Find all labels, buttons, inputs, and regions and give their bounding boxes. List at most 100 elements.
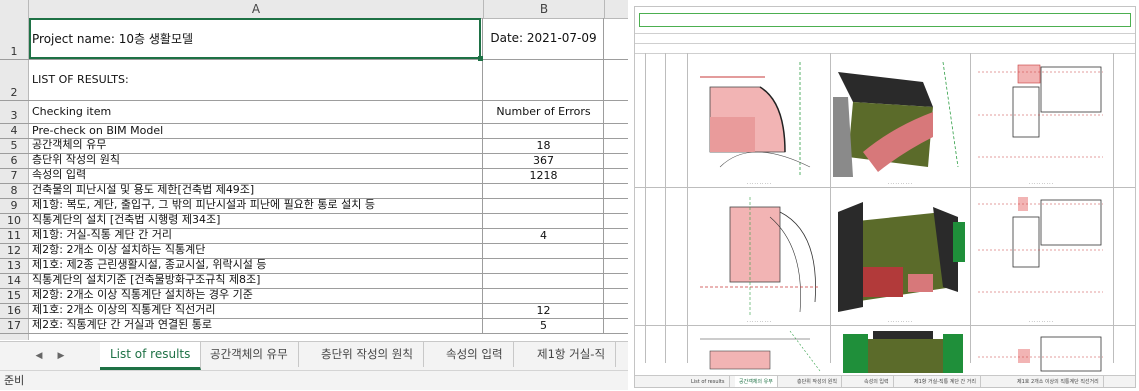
row-number[interactable]: 8 xyxy=(0,184,28,198)
checking-item-cell[interactable]: 제2호: 직통계단 간 거실과 연결된 통로 xyxy=(29,319,483,333)
error-count-cell[interactable] xyxy=(484,289,604,303)
error-count-cell[interactable] xyxy=(484,199,604,213)
column-header-bar: A B xyxy=(0,0,628,19)
sheet-tab-room-stair-distance[interactable]: 제1항 거실-직 xyxy=(527,342,617,367)
column-header-a[interactable]: A xyxy=(29,0,484,18)
table-row: 15 제2항: 2개소 이상 직통계단 설치하는 경우 기준 xyxy=(0,289,628,304)
sheet-tab-attribute-input[interactable]: 속성의 입력 xyxy=(436,342,514,367)
error-count-cell[interactable] xyxy=(484,244,604,258)
row-number[interactable]: 14 xyxy=(0,274,28,288)
table-row: 6 층단위 작성의 원칙 367 xyxy=(0,154,628,169)
preview-tab-space-object[interactable]: 공간객체의 유무 xyxy=(735,376,778,387)
table-row: 4 Pre-check on BIM Model xyxy=(0,124,628,139)
row-number[interactable]: 10 xyxy=(0,214,28,228)
table-row: 5 공간객체의 유무 18 xyxy=(0,139,628,154)
image-caption: · · · · · · · · · · xyxy=(746,181,772,186)
table-row: 3 Checking item Number of Errors xyxy=(0,101,628,124)
table-row: 17 제2호: 직통계단 간 거실과 연결된 통로 5 xyxy=(0,319,628,334)
scroll-tabs-right-icon[interactable]: ▶ xyxy=(52,348,70,364)
sheet-tab-floor-unit[interactable]: 층단위 작성의 원칙 xyxy=(311,342,424,367)
row-number[interactable]: 4 xyxy=(0,124,28,138)
3d-view-image xyxy=(843,331,963,373)
cell-b[interactable] xyxy=(484,60,604,100)
row-number[interactable]: 5 xyxy=(0,139,28,153)
checking-item-cell[interactable]: 제1호: 제2종 근린생활시설, 종교시설, 위락시설 등 xyxy=(29,259,483,273)
error-count-cell[interactable]: 18 xyxy=(484,139,604,153)
sheet-tab-space-object[interactable]: 공간객체의 유무 xyxy=(200,342,299,367)
preview-tab-stair-straight-distance[interactable]: 제1호 2개소 이상의 직통계단 직선거리 xyxy=(1013,376,1104,387)
number-of-errors-header[interactable]: Number of Errors xyxy=(484,101,604,123)
row-number[interactable]: 2 xyxy=(0,60,28,100)
column-divider xyxy=(1113,53,1114,363)
table-row: 7 속성의 입력 1218 xyxy=(0,169,628,184)
preview-tab-floor-unit[interactable]: 층단위 작성의 원칙 xyxy=(793,376,842,387)
table-row: 14 직통계단의 설치기준 [건축물방화구조규칙 제8조] xyxy=(0,274,628,289)
checking-item-cell[interactable]: 제1항: 복도, 계단, 출입구, 그 밖의 피난시설과 피난에 필요한 통로 … xyxy=(29,199,483,213)
checking-item-cell[interactable]: 제2항: 2개소 이상 직통계단 설치하는 경우 기준 xyxy=(29,289,483,303)
checking-item-cell[interactable]: 건축물의 피난시설 및 용도 제한[건축법 제49조] xyxy=(29,184,483,198)
list-of-results-cell[interactable]: LIST OF RESULTS: xyxy=(29,60,483,100)
error-count-cell[interactable]: 12 xyxy=(484,304,604,318)
row-number[interactable]: 7 xyxy=(0,169,28,183)
error-count-cell[interactable]: 4 xyxy=(484,229,604,243)
image-caption: · · · · · · · · · · xyxy=(1028,181,1054,186)
preview-tab-list-of-results[interactable]: List of results xyxy=(687,376,730,387)
checking-item-cell[interactable]: 직통계단의 설치기준 [건축물방화구조규칙 제8조] xyxy=(29,274,483,288)
checking-item-cell[interactable]: 층단위 작성의 원칙 xyxy=(29,154,483,168)
error-count-cell[interactable] xyxy=(484,259,604,273)
divider xyxy=(635,43,1135,44)
checking-item-cell[interactable]: 제2항: 2개소 이상 설치하는 직통계단 xyxy=(29,244,483,258)
error-count-cell[interactable] xyxy=(484,124,604,138)
status-bar: 준비 xyxy=(0,370,628,390)
error-count-cell[interactable] xyxy=(484,274,604,288)
date-cell[interactable]: Date: 2021-07-09 xyxy=(484,18,604,59)
row-number[interactable]: 12 xyxy=(0,244,28,258)
table-row: 12 제2항: 2개소 이상 설치하는 직통계단 xyxy=(0,244,628,259)
formula-bar[interactable] xyxy=(639,13,1131,27)
floor-plan-image xyxy=(978,197,1103,293)
checking-item-cell[interactable]: 공간객체의 유무 xyxy=(29,139,483,153)
checking-item-cell[interactable]: 제1항: 거실-직통 계단 간 거리 xyxy=(29,229,483,243)
table-row: 2 LIST OF RESULTS: xyxy=(0,60,628,101)
row-number[interactable]: 3 xyxy=(0,101,28,123)
preview-tab-room-stair-distance[interactable]: 제1항 거실-직통 계단 간 거리 xyxy=(910,376,981,387)
checking-item-cell[interactable]: 제1호: 2개소 이상의 직통계단 직선거리 xyxy=(29,304,483,318)
error-count-cell[interactable]: 1218 xyxy=(484,169,604,183)
row-number[interactable]: 11 xyxy=(0,229,28,243)
table-row: 1 Project name: 10층 생활모델 Date: 2021-07-0… xyxy=(0,18,628,60)
checking-item-header[interactable]: Checking item xyxy=(29,101,483,123)
scroll-tabs-left-icon[interactable]: ◀ xyxy=(30,348,48,364)
error-count-cell[interactable] xyxy=(484,214,604,228)
checking-item-cell[interactable]: 속성의 입력 xyxy=(29,169,483,183)
column-divider xyxy=(645,53,646,363)
row-number[interactable]: 16 xyxy=(0,304,28,318)
row-number[interactable]: 9 xyxy=(0,199,28,213)
preview-tab-attribute-input[interactable]: 속성의 입력 xyxy=(860,376,894,387)
row-number[interactable]: 17 xyxy=(0,319,28,333)
row-divider xyxy=(635,187,1135,188)
plan-view-image xyxy=(700,62,811,177)
select-all-corner[interactable] xyxy=(0,0,29,18)
row-divider xyxy=(635,325,1135,326)
project-name-cell[interactable]: Project name: 10층 생활모델 xyxy=(29,18,483,59)
results-spreadsheet: A B 1 Project name: 10층 생활모델 Date: 2021-… xyxy=(0,0,628,390)
3d-view-image xyxy=(833,61,959,177)
floor-plan-image xyxy=(978,64,1103,158)
table-row: 9 제1항: 복도, 계단, 출입구, 그 밖의 피난시설과 피난에 필요한 통… xyxy=(0,199,628,214)
checking-item-cell[interactable]: Pre-check on BIM Model xyxy=(29,124,483,138)
row-number[interactable]: 1 xyxy=(0,18,28,59)
image-caption: · · · · · · · · · · xyxy=(887,319,913,324)
row-number[interactable]: 13 xyxy=(0,259,28,273)
3d-view-image xyxy=(838,202,965,312)
space-object-sheet-preview: · · · · · · · · · · · · · · · · · · · · … xyxy=(634,6,1136,388)
row-number[interactable]: 15 xyxy=(0,289,28,303)
error-count-cell[interactable]: 5 xyxy=(484,319,604,333)
error-count-cell[interactable] xyxy=(484,184,604,198)
column-header-b[interactable]: B xyxy=(484,0,605,18)
error-count-cell[interactable]: 367 xyxy=(484,154,604,168)
floor-plan-image xyxy=(978,336,1103,372)
checking-item-cell[interactable]: 직통계단의 설치 [건축법 시행령 제34조] xyxy=(29,214,483,228)
sheet-tab-list-of-results[interactable]: List of results xyxy=(100,342,202,370)
row-number[interactable]: 6 xyxy=(0,154,28,168)
table-row: 11 제1항: 거실-직통 계단 간 거리 4 xyxy=(0,229,628,244)
